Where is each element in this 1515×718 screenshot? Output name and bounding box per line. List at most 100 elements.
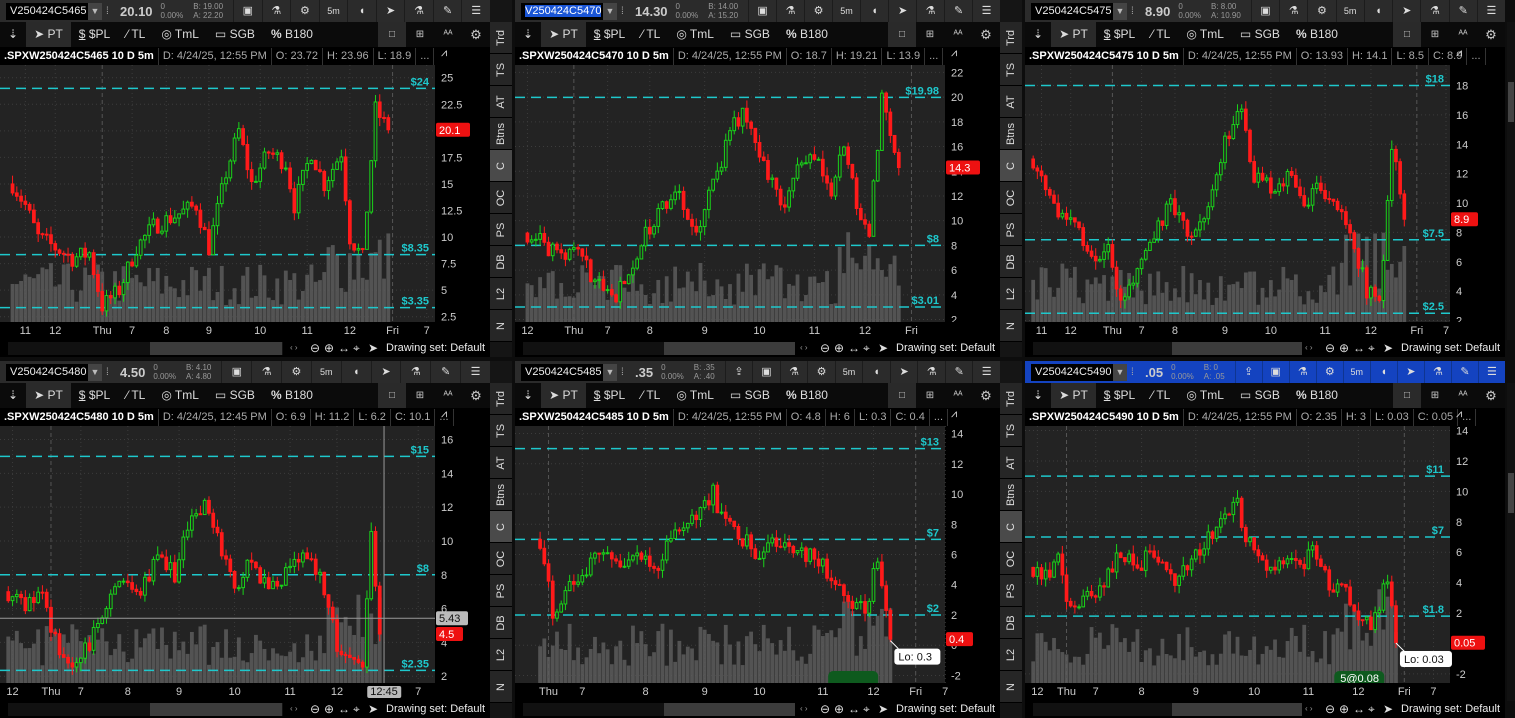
menu-icon[interactable]: ☰: [1477, 361, 1505, 383]
timeline-tool-button[interactable]: ◎ TmL: [153, 383, 207, 408]
pointer-tool-button[interactable]: ➤ PT: [1051, 22, 1096, 47]
sidebar-tab-n[interactable]: N: [490, 671, 512, 703]
trendline-tool-button[interactable]: ⁄ TL: [633, 22, 668, 47]
style-icon[interactable]: ◖: [1369, 361, 1397, 383]
trendline-tool-button[interactable]: ⁄ TL: [633, 383, 668, 408]
cursor-mode-icon[interactable]: ➤: [1383, 702, 1393, 716]
grid-layout-icon[interactable]: ⊞: [406, 383, 434, 408]
sidebar-tab-oc[interactable]: OC: [490, 543, 512, 575]
single-layout-icon[interactable]: □: [888, 383, 916, 408]
sidebar-tab-ts[interactable]: TS: [490, 54, 512, 86]
price-level-tool-button[interactable]: $ $PL: [586, 383, 633, 408]
text-size-icon[interactable]: ᴬᴬ: [1449, 22, 1477, 47]
calendar-icon[interactable]: ▣: [752, 361, 780, 383]
zoom-in-icon[interactable]: ⊕: [1339, 341, 1349, 355]
vertical-scrollbar[interactable]: [1507, 22, 1515, 340]
sidebar-tab-db[interactable]: DB: [490, 246, 512, 278]
scroll-arrows-icon[interactable]: ‹ ›: [1305, 704, 1313, 713]
sidebar-tab-n[interactable]: N: [1000, 671, 1022, 703]
sidebar-tab-l2[interactable]: L2: [490, 278, 512, 310]
pointer-tool-button[interactable]: ➤ PT: [26, 383, 71, 408]
text-size-icon[interactable]: ᴬᴬ: [434, 22, 462, 47]
cursor-icon[interactable]: ➤: [1396, 361, 1424, 383]
sidebar-tab-oc[interactable]: OC: [1000, 182, 1022, 214]
sidebar-tab-at[interactable]: AT: [490, 86, 512, 118]
single-layout-icon[interactable]: □: [378, 22, 406, 47]
interval-button[interactable]: 5m: [318, 0, 348, 22]
cursor-icon[interactable]: ➤: [888, 0, 916, 22]
pointer-tool-button[interactable]: ➤ PT: [1051, 383, 1096, 408]
sidebar-tab-ps[interactable]: PS: [490, 214, 512, 246]
chart-settings-gear-icon[interactable]: ⚙: [972, 383, 1000, 408]
sidebar-tab-btns[interactable]: Btns: [1000, 479, 1022, 511]
drawing-icon[interactable]: ✎: [432, 0, 462, 22]
menu-icon[interactable]: ☰: [461, 0, 490, 22]
sidebar-tab-oc[interactable]: OC: [490, 182, 512, 214]
price-level-tool-button[interactable]: $ $PL: [71, 22, 118, 47]
interval-button[interactable]: 5m: [310, 361, 341, 383]
price-chart[interactable]: 18 16 14 12 10 8 6 4 2 $18 $7.5 $2.5 8.9: [1025, 65, 1505, 322]
grid-layout-icon[interactable]: ⊞: [406, 22, 434, 47]
strategy-flask-icon[interactable]: ⚗: [404, 0, 433, 22]
zoom-out-icon[interactable]: ⊖: [820, 702, 830, 716]
text-size-icon[interactable]: ᴬᴬ: [944, 22, 972, 47]
b180-tool-button[interactable]: % B180: [1288, 22, 1346, 47]
timeline-tool-button[interactable]: ◎ TmL: [1178, 383, 1232, 408]
timeline-tool-button[interactable]: ◎ TmL: [668, 383, 722, 408]
pin-icon[interactable]: ⇣: [515, 22, 541, 47]
sidebar-tab-ts[interactable]: TS: [1000, 54, 1022, 86]
zoom-out-icon[interactable]: ⊖: [820, 341, 830, 355]
drawing-set-label[interactable]: Drawing set: Default: [896, 342, 995, 354]
cursor-icon[interactable]: ➤: [375, 0, 405, 22]
link-icon[interactable]: ⁞: [1131, 6, 1141, 17]
gear-icon[interactable]: ⚙: [281, 361, 311, 383]
single-layout-icon[interactable]: □: [1393, 22, 1421, 47]
fit-width-icon[interactable]: ↔: [848, 341, 860, 355]
sidebar-tab-trd[interactable]: Trd: [490, 383, 512, 415]
style-icon[interactable]: ◖: [860, 0, 888, 22]
crosshair-icon[interactable]: ⌖: [353, 702, 360, 717]
scroll-arrows-icon[interactable]: ‹ ›: [800, 343, 808, 352]
symbol-input[interactable]: V250424C5470: [521, 2, 603, 20]
pin-icon[interactable]: ⇣: [0, 22, 26, 47]
symbol-input[interactable]: V250424C5465: [6, 2, 88, 20]
symbol-dropdown-icon[interactable]: ▼: [1113, 2, 1127, 20]
sidebar-tab-db[interactable]: DB: [1000, 607, 1022, 639]
b180-tool-button[interactable]: % B180: [263, 383, 321, 408]
scroll-arrows-icon[interactable]: ‹ ›: [800, 704, 808, 713]
drawing-set-label[interactable]: Drawing set: Default: [896, 703, 995, 715]
trendline-tool-button[interactable]: ⁄ TL: [1143, 383, 1178, 408]
crosshair-icon[interactable]: ⌖: [1368, 341, 1375, 356]
symbol-dropdown-icon[interactable]: ▼: [603, 2, 617, 20]
cursor-icon[interactable]: ➤: [1392, 0, 1420, 22]
zoom-in-icon[interactable]: ⊕: [834, 702, 844, 716]
zoom-out-icon[interactable]: ⊖: [1325, 702, 1335, 716]
grid-layout-icon[interactable]: ⊞: [1421, 22, 1449, 47]
interval-button[interactable]: 5m: [1342, 361, 1370, 383]
studies-flask-icon[interactable]: ⚗: [1279, 0, 1307, 22]
symbol-input[interactable]: V250424C5480: [6, 363, 88, 381]
chart-settings-gear-icon[interactable]: ⚙: [1477, 383, 1505, 408]
chart-settings-gear-icon[interactable]: ⚙: [972, 22, 1000, 47]
trendline-tool-button[interactable]: ⁄ TL: [1143, 22, 1178, 47]
interval-button[interactable]: 5m: [1335, 0, 1364, 22]
single-layout-icon[interactable]: □: [378, 383, 406, 408]
strategy-flask-icon[interactable]: ⚗: [400, 361, 430, 383]
expand-icon[interactable]: ⩘: [1456, 408, 1462, 421]
sidebar-tab-btns[interactable]: Btns: [490, 118, 512, 150]
sgb-tool-button[interactable]: ▭ SGB: [1232, 22, 1288, 47]
expand-icon[interactable]: ⩘: [951, 408, 957, 421]
fit-width-icon[interactable]: ↔: [338, 702, 350, 716]
calendar-icon[interactable]: ▣: [1250, 0, 1279, 22]
sidebar-tab-c[interactable]: C: [490, 150, 512, 182]
price-level-tool-button[interactable]: $ $PL: [71, 383, 118, 408]
sidebar-tab-at[interactable]: AT: [1000, 447, 1022, 479]
sidebar-tab-at[interactable]: AT: [1000, 86, 1022, 118]
link-icon[interactable]: ⁞: [106, 6, 116, 17]
link-icon[interactable]: ⁞: [621, 6, 631, 17]
drawing-set-label[interactable]: Drawing set: Default: [1401, 703, 1500, 715]
sidebar-tab-n[interactable]: N: [1000, 310, 1022, 342]
symbol-input[interactable]: V250424C5490: [1031, 363, 1113, 381]
strategy-flask-icon[interactable]: ⚗: [916, 0, 944, 22]
cursor-mode-icon[interactable]: ➤: [878, 341, 888, 355]
